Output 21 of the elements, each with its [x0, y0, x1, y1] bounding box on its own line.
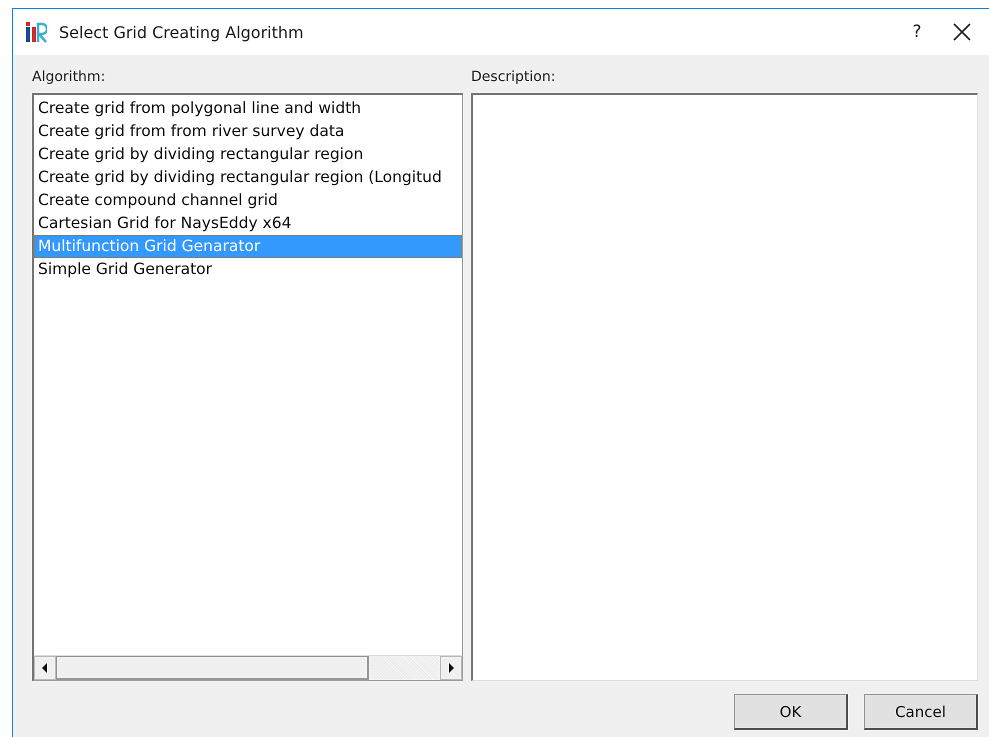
algorithm-item[interactable]: Create grid from polygonal line and width	[34, 97, 462, 120]
scroll-thumb[interactable]	[56, 656, 369, 680]
app-logo-icon	[25, 21, 47, 43]
algorithm-item[interactable]: Create compound channel grid	[34, 189, 462, 212]
algorithm-label: Algorithm:	[32, 69, 106, 85]
description-label: Description:	[471, 69, 556, 85]
right-arrow-icon	[447, 663, 455, 673]
horizontal-scrollbar[interactable]	[34, 655, 462, 680]
scroll-left-button[interactable]	[34, 656, 56, 680]
window-title: Select Grid Creating Algorithm	[59, 22, 305, 42]
algorithm-item[interactable]: Create grid by dividing rectangular region (Longitud	[34, 166, 462, 189]
algorithm-item[interactable]: Simple Grid Generator	[34, 258, 462, 281]
left-arrow-icon	[41, 663, 49, 673]
help-button[interactable]: ?	[887, 22, 947, 42]
close-icon[interactable]	[953, 23, 971, 41]
algorithm-item[interactable]: Cartesian Grid for NaysEddy x64	[34, 212, 462, 235]
ok-button[interactable]: OK	[734, 694, 848, 730]
algorithm-item[interactable]: Create grid from from river survey data	[34, 120, 462, 143]
algorithm-item[interactable]: Create grid by dividing rectangular region	[34, 143, 462, 166]
scroll-right-button[interactable]	[440, 656, 462, 680]
cancel-button[interactable]: Cancel	[864, 694, 978, 730]
